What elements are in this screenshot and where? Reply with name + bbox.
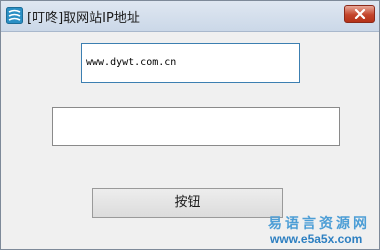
close-icon: [354, 9, 366, 19]
app-logo-icon: [6, 7, 23, 24]
watermark-site-name: 易语言资源网: [268, 216, 370, 232]
submit-button[interactable]: 按钮: [92, 188, 283, 218]
close-button[interactable]: [344, 5, 375, 23]
url-input[interactable]: www.dywt.com.cn: [81, 43, 300, 83]
watermark-site-url: www.e5a5x.com: [270, 232, 363, 246]
title-bar[interactable]: [叮咚]取网站IP地址: [1, 1, 379, 32]
window-title: [叮咚]取网站IP地址: [27, 11, 140, 26]
ip-result-field[interactable]: [52, 107, 340, 146]
